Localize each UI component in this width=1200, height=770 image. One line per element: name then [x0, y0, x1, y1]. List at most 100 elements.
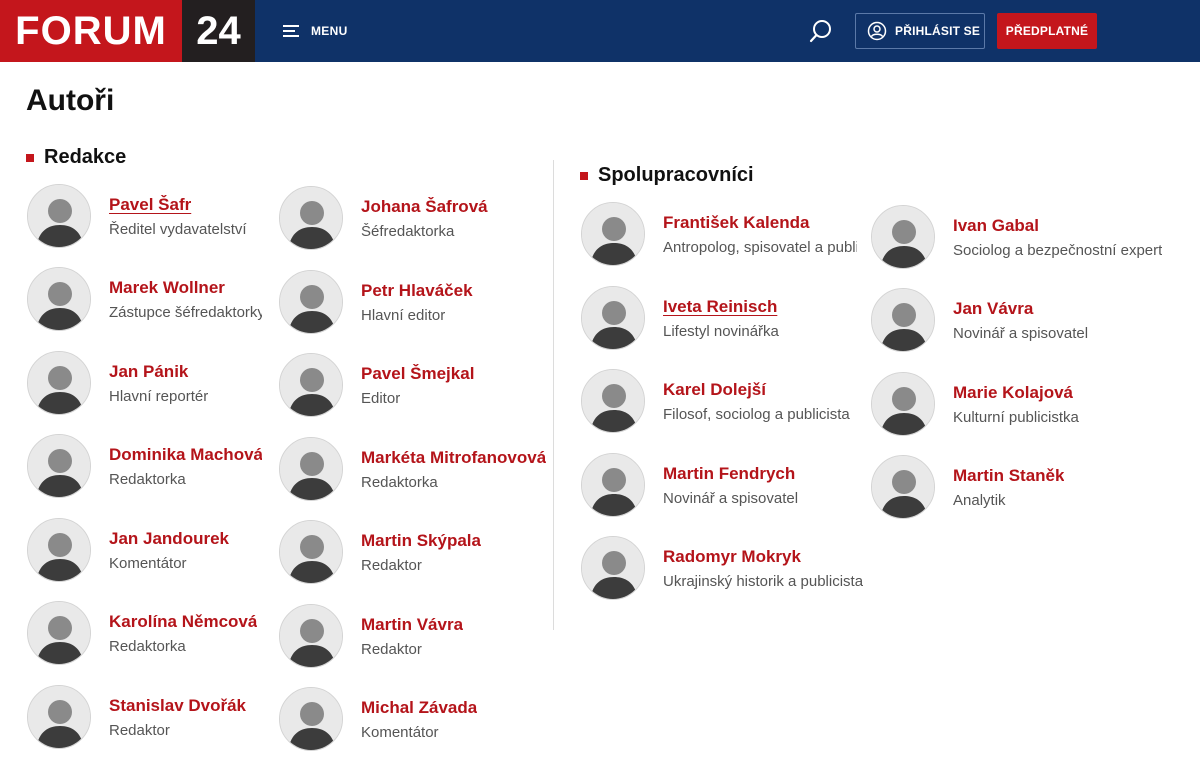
author-photo	[279, 604, 343, 668]
person-silhouette-icon	[280, 521, 342, 583]
author-card[interactable]: František Kalenda Antropolog, spisovatel …	[581, 201, 857, 267]
author-name[interactable]: Johana Šafrová	[361, 197, 488, 217]
page-title: Autoři	[26, 84, 115, 117]
menu-label: MENU	[311, 24, 348, 38]
author-name[interactable]: Pavel Šafr	[109, 195, 247, 215]
author-name[interactable]: Ivan Gabal	[953, 216, 1162, 236]
author-photo	[871, 455, 935, 519]
author-name[interactable]: Radomyr Mokryk	[663, 547, 863, 567]
author-name[interactable]: Marek Wollner	[109, 278, 262, 298]
author-name[interactable]: Michal Závada	[361, 698, 477, 718]
author-photo	[27, 518, 91, 582]
author-card[interactable]: Pavel Šafr Ředitel vydavatelství	[27, 183, 262, 249]
author-card[interactable]: Martin Skýpala Redaktor	[279, 519, 549, 585]
author-role: Redaktor	[361, 556, 422, 574]
author-photo	[279, 270, 343, 334]
author-role: Editor	[361, 389, 401, 407]
hamburger-icon	[283, 24, 301, 38]
person-silhouette-icon	[280, 271, 342, 333]
author-role: Lifestyl novinářka	[663, 322, 779, 340]
author-photo	[871, 205, 935, 269]
author-card[interactable]: Martin Fendrych Novinář a spisovatel	[581, 452, 857, 518]
author-photo	[581, 286, 645, 350]
person-silhouette-icon	[280, 187, 342, 249]
subscribe-button[interactable]: PŘEDPLATNÉ	[997, 13, 1097, 49]
author-card[interactable]: Johana Šafrová Šéfredaktorka	[279, 185, 549, 251]
person-silhouette-icon	[280, 605, 342, 667]
author-card[interactable]: Michal Závada Komentátor	[279, 686, 549, 752]
author-card[interactable]: Karel Dolejší Filosof, sociolog a publici…	[581, 368, 857, 434]
author-name[interactable]: Petr Hlaváček	[361, 281, 473, 301]
author-card[interactable]: Jan Pánik Hlavní reportér	[27, 350, 262, 416]
author-name[interactable]: Dominika Machová	[109, 445, 262, 465]
author-name[interactable]: Stanislav Dvořák	[109, 696, 246, 716]
author-role: Ukrajinský historik a publicista	[663, 572, 864, 590]
author-card[interactable]: Pavel Šmejkal Editor	[279, 352, 549, 418]
section-bullet	[26, 153, 34, 162]
author-name[interactable]: Jan Vávra	[953, 299, 1088, 319]
forum24-logo[interactable]: FORUM 24	[0, 0, 255, 62]
author-card[interactable]: Dominika Machová Redaktorka	[27, 433, 262, 499]
person-silhouette-icon	[28, 352, 90, 414]
author-name[interactable]: Marie Kolajová	[953, 383, 1079, 403]
author-card[interactable]: Iveta Reinisch Lifestyl novinářka	[581, 285, 857, 351]
author-photo	[871, 288, 935, 352]
person-silhouette-icon	[582, 370, 644, 432]
author-card[interactable]: Ivan Gabal Sociolog a bezpečnostní expert	[871, 204, 1191, 270]
section-bullet	[580, 171, 588, 180]
person-silhouette-icon	[280, 688, 342, 750]
user-icon	[867, 21, 887, 41]
author-card[interactable]: Markéta Mitrofanovová Redaktorka	[279, 436, 549, 502]
author-photo	[871, 372, 935, 436]
author-name[interactable]: Karel Dolejší	[663, 380, 850, 400]
author-role: Komentátor	[109, 554, 187, 572]
author-photo	[27, 351, 91, 415]
author-photo	[581, 453, 645, 517]
logo-number-text: 24	[182, 0, 255, 62]
person-silhouette-icon	[872, 373, 934, 435]
author-card[interactable]: Martin Staněk Analytik	[871, 454, 1191, 520]
author-role: Šéfredaktorka	[361, 222, 455, 240]
author-photo	[581, 202, 645, 266]
author-role: Redaktorka	[109, 637, 186, 655]
person-silhouette-icon	[582, 454, 644, 516]
author-card[interactable]: Stanislav Dvořák Redaktor	[27, 684, 262, 750]
person-silhouette-icon	[28, 185, 90, 247]
author-role: Redaktor	[361, 640, 422, 658]
author-card[interactable]: Marek Wollner Zástupce šéfredaktorky	[27, 266, 262, 332]
top-navigation-bar: FORUM 24 MENU PŘIHLÁSIT SE PŘEDPLATNÉ	[0, 0, 1200, 62]
author-name[interactable]: Iveta Reinisch	[663, 297, 779, 317]
search-icon[interactable]	[808, 18, 834, 44]
author-card[interactable]: Radomyr Mokryk Ukrajinský historik a publ…	[581, 535, 873, 601]
author-name[interactable]: Martin Skýpala	[361, 531, 481, 551]
author-name[interactable]: Markéta Mitrofanovová	[361, 448, 546, 468]
author-name[interactable]: Karolína Němcová	[109, 612, 257, 632]
author-role: Kulturní publicistka	[953, 408, 1079, 426]
author-card[interactable]: Marie Kolajová Kulturní publicistka	[871, 371, 1191, 437]
author-name[interactable]: František Kalenda	[663, 213, 857, 233]
author-photo	[279, 520, 343, 584]
person-silhouette-icon	[872, 456, 934, 518]
author-photo	[27, 685, 91, 749]
author-card[interactable]: Karolína Němcová Redaktorka	[27, 600, 262, 666]
author-name[interactable]: Martin Staněk	[953, 466, 1064, 486]
section-title: Spolupracovníci	[598, 164, 754, 186]
person-silhouette-icon	[28, 602, 90, 664]
author-name[interactable]: Jan Jandourek	[109, 529, 229, 549]
author-photo	[279, 186, 343, 250]
author-card[interactable]: Martin Vávra Redaktor	[279, 603, 549, 669]
author-role: Filosof, sociolog a publicista	[663, 405, 850, 423]
author-name[interactable]: Martin Vávra	[361, 615, 463, 635]
author-photo	[581, 369, 645, 433]
author-card[interactable]: Jan Vávra Novinář a spisovatel	[871, 287, 1191, 353]
login-button[interactable]: PŘIHLÁSIT SE	[855, 13, 985, 49]
author-name[interactable]: Jan Pánik	[109, 362, 208, 382]
author-name[interactable]: Martin Fendrych	[663, 464, 798, 484]
menu-button[interactable]: MENU	[283, 18, 348, 44]
author-name[interactable]: Pavel Šmejkal	[361, 364, 474, 384]
author-photo	[27, 267, 91, 331]
author-card[interactable]: Petr Hlaváček Hlavní editor	[279, 269, 549, 335]
author-role: Novinář a spisovatel	[953, 324, 1089, 342]
author-role: Komentátor	[361, 723, 439, 741]
author-card[interactable]: Jan Jandourek Komentátor	[27, 517, 262, 583]
